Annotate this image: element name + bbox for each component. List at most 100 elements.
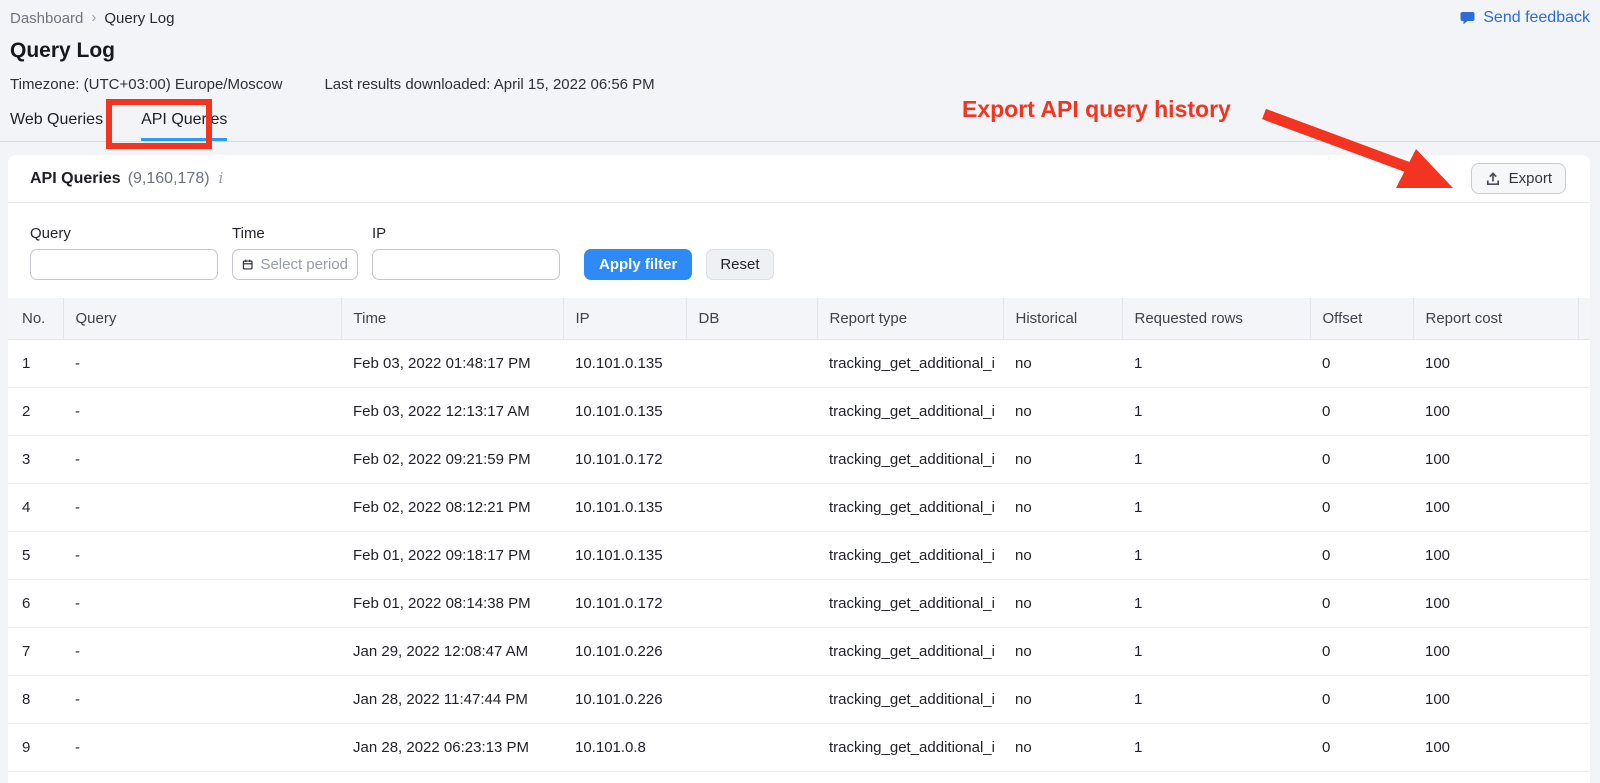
table-cell: 10.101.0.135 [563, 339, 686, 387]
table-cell [686, 723, 817, 771]
table-cell: Feb 02, 2022 08:12:21 PM [341, 483, 563, 531]
card-title: API Queries [30, 170, 121, 188]
info-icon[interactable]: i [217, 169, 226, 187]
table-cell: 9 [8, 723, 63, 771]
column-header: DB [686, 298, 817, 339]
table-cell: - [63, 483, 341, 531]
column-header: Report cost [1413, 298, 1578, 339]
table-row: 7-Jan 29, 2022 12:08:47 AM10.101.0.226tr… [8, 627, 1590, 675]
ip-filter-input[interactable] [372, 249, 560, 280]
column-header: Query [63, 298, 341, 339]
table-row: 1-Feb 03, 2022 01:48:17 PM10.101.0.135tr… [8, 339, 1590, 387]
table-cell: no [1003, 723, 1122, 771]
breadcrumb-dashboard-link[interactable]: Dashboard [10, 10, 83, 27]
table-row: 5-Feb 01, 2022 09:18:17 PM10.101.0.135 tr… [8, 531, 1590, 579]
column-header: No. [8, 298, 63, 339]
timezone-label: Timezone: (UTC+03:00) Europe/Moscow [10, 76, 282, 93]
table-cell: tracking_get_additional_i [817, 339, 1003, 387]
table-cell: no [1003, 579, 1122, 627]
table-cell: Feb 01, 2022 09:18:17 PM [341, 531, 563, 579]
table-cell: 7 [8, 627, 63, 675]
table-cell: 10.101.0.135 [563, 531, 686, 579]
table-cell: 1 [1122, 723, 1310, 771]
table-cell: 1 [1122, 627, 1310, 675]
table-cell: tracking_get_additional_i [817, 531, 1003, 579]
table-cell: 1 [1122, 579, 1310, 627]
table-cell [686, 627, 817, 675]
table-cell: 6 [8, 579, 63, 627]
table-cell: 0 [1310, 579, 1413, 627]
table-cell-filler [1578, 723, 1590, 771]
query-log-page: Dashboard › Query Log Send feedback Quer… [0, 0, 1600, 783]
table-cell [686, 387, 817, 435]
table-cell: tracking_get_additional_i [817, 723, 1003, 771]
breadcrumb-current: Query Log [104, 10, 174, 27]
table-cell: 10.101.0.8 [563, 723, 686, 771]
table-cell-filler [1578, 339, 1590, 387]
table-cell: Feb 03, 2022 12:13:17 AM [341, 387, 563, 435]
table-cell-filler [1578, 627, 1590, 675]
time-filter-field: Time Select period [232, 225, 358, 280]
table-cell: 0 [1310, 483, 1413, 531]
table-cell: 100 [1413, 435, 1578, 483]
export-button[interactable]: Export [1471, 163, 1566, 194]
table-row: 3-Feb 02, 2022 09:21:59 PM10.101.0.172tr… [8, 435, 1590, 483]
table-cell: Feb 02, 2022 09:21:59 PM [341, 435, 563, 483]
card-title-group: API Queries (9,160,178) i [30, 169, 225, 188]
apply-filter-button[interactable]: Apply filter [584, 249, 692, 280]
table-cell: - [63, 723, 341, 771]
table-cell: no [1003, 339, 1122, 387]
table-cell: 1 [1122, 483, 1310, 531]
chevron-right-icon: › [91, 9, 96, 26]
table-cell: - [63, 435, 341, 483]
send-feedback-link[interactable]: Send feedback [1459, 9, 1590, 27]
tab-bar: Web Queries API Queries [0, 111, 1600, 142]
column-header: Report type [817, 298, 1003, 339]
table-cell [686, 339, 817, 387]
page-meta: Timezone: (UTC+03:00) Europe/Moscow Last… [10, 76, 1590, 93]
column-header: Historical [1003, 298, 1122, 339]
table-cell: no [1003, 531, 1122, 579]
table-cell-filler [1578, 531, 1590, 579]
table-cell: Feb 03, 2022 01:48:17 PM [341, 339, 563, 387]
time-select-placeholder: Select period [260, 256, 348, 273]
table-cell: - [63, 579, 341, 627]
table-cell: 1 [1122, 675, 1310, 723]
table-cell: 1 [1122, 387, 1310, 435]
table-cell: tracking_get_additional_i [817, 627, 1003, 675]
table-cell: 10.101.0.226 [563, 627, 686, 675]
tab-api-queries[interactable]: API Queries [141, 111, 227, 141]
table-row: 6-Feb 01, 2022 08:14:38 PM10.101.0.172tr… [8, 579, 1590, 627]
api-queries-card: API Queries (9,160,178) i Export Query T… [8, 155, 1590, 783]
reset-button[interactable]: Reset [706, 249, 773, 280]
table-cell: 1 [1122, 531, 1310, 579]
table-cell: no [1003, 483, 1122, 531]
table-cell: 4 [8, 483, 63, 531]
table-cell: 100 [1413, 627, 1578, 675]
table-cell: - [63, 387, 341, 435]
table-cell [686, 675, 817, 723]
table-cell: 5 [8, 531, 63, 579]
table-cell [686, 483, 817, 531]
table-cell-filler [1578, 483, 1590, 531]
table-cell: Feb 01, 2022 08:14:38 PM [341, 579, 563, 627]
last-results-label: Last results downloaded: April 15, 2022 … [324, 76, 654, 93]
page-header: Dashboard › Query Log Send feedback Quer… [0, 0, 1600, 142]
column-header-filler [1578, 298, 1590, 339]
time-period-select[interactable]: Select period [232, 249, 358, 280]
query-filter-label: Query [30, 225, 218, 242]
upload-icon [1485, 171, 1501, 187]
table-cell: - [63, 339, 341, 387]
table-cell: 1 [1122, 435, 1310, 483]
table-cell: 0 [1310, 435, 1413, 483]
table-cell: tracking_get_additional_i [817, 483, 1003, 531]
table-cell: no [1003, 675, 1122, 723]
table-cell: 0 [1310, 627, 1413, 675]
breadcrumb: Dashboard › Query Log [10, 8, 1590, 28]
table-cell: - [63, 531, 341, 579]
table-header-row: No.QueryTimeIPDBReport typeHistoricalReq… [8, 298, 1590, 339]
table-cell: 100 [1413, 387, 1578, 435]
query-filter-input[interactable] [30, 249, 218, 280]
tab-web-queries[interactable]: Web Queries [10, 111, 103, 141]
table-cell: Jan 28, 2022 11:47:44 PM [341, 675, 563, 723]
